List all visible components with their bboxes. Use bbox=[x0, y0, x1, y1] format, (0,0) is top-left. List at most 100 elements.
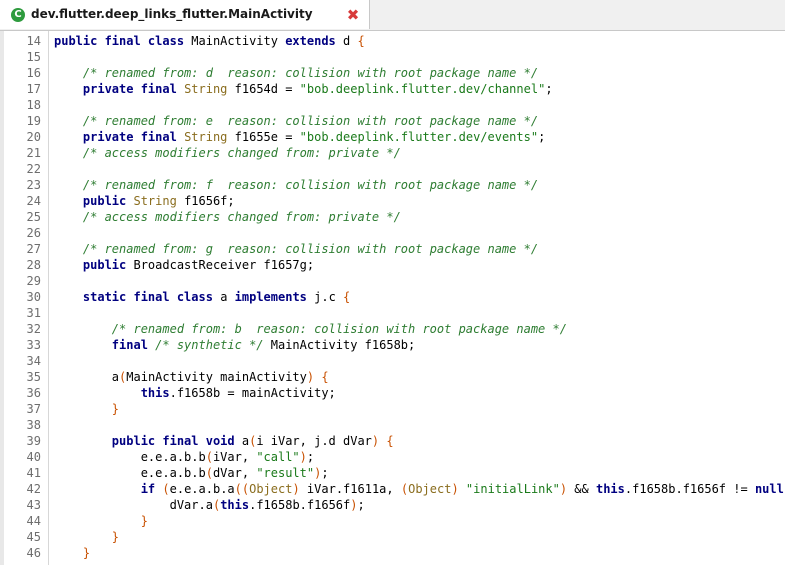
code-text: /* renamed from: e reason: collision wit… bbox=[54, 114, 538, 128]
code-token: MainActivity mainActivity bbox=[126, 370, 307, 384]
line-number: 41 bbox=[26, 466, 41, 480]
code-text: public String f1656f; bbox=[54, 194, 235, 208]
code-line: 22 bbox=[8, 161, 785, 177]
code-token: Object bbox=[408, 482, 452, 496]
line-number: 28 bbox=[26, 258, 41, 272]
code-line: 20 private final String f1655e = "bob.de… bbox=[8, 129, 785, 145]
code-token: final bbox=[111, 338, 156, 352]
code-token: public final void bbox=[111, 434, 242, 448]
code-token: if bbox=[140, 482, 163, 496]
code-line: 16 /* renamed from: d reason: collision … bbox=[8, 65, 785, 81]
code-text: this.f1658b = mainActivity; bbox=[54, 386, 336, 400]
line-number: 29 bbox=[26, 274, 41, 288]
code-text: /* renamed from: f reason: collision wit… bbox=[54, 178, 538, 192]
code-token: e.e.a.b.b bbox=[54, 466, 206, 480]
code-token: ; bbox=[321, 466, 329, 480]
code-line: 35 a(MainActivity mainActivity) { bbox=[8, 369, 785, 385]
code-token: "initialLink" bbox=[465, 482, 560, 496]
code-text: public final void a(i iVar, j.d dVar) { bbox=[54, 434, 394, 448]
code-line: 18 bbox=[8, 97, 785, 113]
code-line: 29 bbox=[8, 273, 785, 289]
close-icon[interactable]: ✖ bbox=[344, 6, 362, 24]
line-number: 46 bbox=[26, 546, 41, 560]
code-text: } bbox=[54, 530, 119, 544]
code-line: 28 public BroadcastReceiver f1657g; bbox=[8, 257, 785, 273]
tab-mainactivity[interactable]: C dev.flutter.deep_links_flutter.MainAct… bbox=[0, 0, 370, 29]
code-token: { bbox=[343, 290, 351, 304]
code-line: 36 this.f1658b = mainActivity; bbox=[8, 385, 785, 401]
code-token: /* renamed from: e reason: collision wit… bbox=[82, 114, 539, 128]
code-line: 23 /* renamed from: f reason: collision … bbox=[8, 177, 785, 193]
code-token: ) bbox=[292, 482, 300, 496]
tab-title: dev.flutter.deep_links_flutter.MainActiv… bbox=[31, 7, 313, 21]
code-token: ; bbox=[306, 450, 315, 464]
code-token: && bbox=[567, 482, 596, 496]
code-line: 21 /* access modifiers changed from: pri… bbox=[8, 145, 785, 161]
code-line: 30 static final class a implements j.c { bbox=[8, 289, 785, 305]
code-token: String bbox=[133, 194, 185, 208]
line-number: 32 bbox=[26, 322, 41, 336]
code-token: .f1658b = mainActivity; bbox=[169, 386, 336, 400]
line-number: 37 bbox=[26, 402, 41, 416]
code-token: j.c bbox=[314, 290, 344, 304]
code-token: d bbox=[343, 34, 358, 48]
code-token: "bob.deeplink.flutter.dev/events" bbox=[299, 130, 539, 144]
code-token: } bbox=[111, 402, 120, 416]
code-token: ; bbox=[545, 82, 553, 96]
line-number: 19 bbox=[26, 114, 41, 128]
code-lines: 14 public final class MainActivity extend… bbox=[8, 33, 785, 561]
code-token: /* renamed from: b reason: collision wit… bbox=[111, 322, 567, 336]
code-token: Object bbox=[249, 482, 293, 496]
code-line: 45 } bbox=[8, 529, 785, 545]
code-line: 19 /* renamed from: e reason: collision … bbox=[8, 113, 785, 129]
line-number: 31 bbox=[26, 306, 41, 320]
code-token: } bbox=[82, 546, 91, 560]
line-number: 20 bbox=[26, 130, 41, 144]
code-token: /* access modifiers changed from: privat… bbox=[82, 146, 401, 160]
code-token: /* synthetic */ bbox=[155, 338, 271, 352]
code-line: 39 public final void a(i iVar, j.d dVar)… bbox=[8, 433, 785, 449]
line-number: 15 bbox=[26, 50, 41, 64]
code-token: static final class bbox=[82, 290, 221, 304]
line-number: 16 bbox=[26, 66, 41, 80]
code-token: f1654d = bbox=[234, 82, 300, 96]
code-line: 25 /* access modifiers changed from: pri… bbox=[8, 209, 785, 225]
code-token: } bbox=[111, 530, 120, 544]
code-token: this bbox=[595, 482, 625, 496]
line-number: 26 bbox=[26, 226, 41, 240]
code-text: if (e.e.a.b.a((Object) iVar.f1611a, (Obj… bbox=[54, 482, 785, 496]
line-number: 18 bbox=[26, 98, 41, 112]
code-token: String bbox=[184, 130, 235, 144]
code-token: .f1658b.f1656f bbox=[249, 498, 351, 512]
code-line: 15 bbox=[8, 49, 785, 65]
code-text: dVar.a(this.f1658b.f1656f); bbox=[54, 498, 365, 512]
code-text: e.e.a.b.b(dVar, "result"); bbox=[54, 466, 329, 480]
code-token: ( bbox=[205, 466, 213, 480]
code-token: /* access modifiers changed from: privat… bbox=[82, 210, 401, 224]
code-token: iVar.f1611a, bbox=[299, 482, 401, 496]
code-token: dVar, bbox=[212, 466, 257, 480]
code-token: e.e.a.b.b bbox=[54, 450, 206, 464]
code-token: implements bbox=[234, 290, 315, 304]
code-line: 32 /* renamed from: b reason: collision … bbox=[8, 321, 785, 337]
code-token: f1655e = bbox=[234, 130, 300, 144]
code-token: this bbox=[220, 498, 250, 512]
code-token: public bbox=[82, 258, 134, 272]
code-editor[interactable]: 14 public final class MainActivity extend… bbox=[0, 31, 785, 565]
code-text: e.e.a.b.b(iVar, "call"); bbox=[54, 450, 314, 464]
code-text: } bbox=[54, 514, 148, 528]
line-number: 40 bbox=[26, 450, 41, 464]
code-text: /* renamed from: d reason: collision wit… bbox=[54, 66, 538, 80]
code-token: MainActivity bbox=[191, 34, 286, 48]
code-token: extends bbox=[285, 34, 343, 48]
code-token: "call" bbox=[256, 450, 300, 464]
code-text: private final String f1655e = "bob.deepl… bbox=[54, 130, 545, 144]
line-number: 45 bbox=[26, 530, 41, 544]
